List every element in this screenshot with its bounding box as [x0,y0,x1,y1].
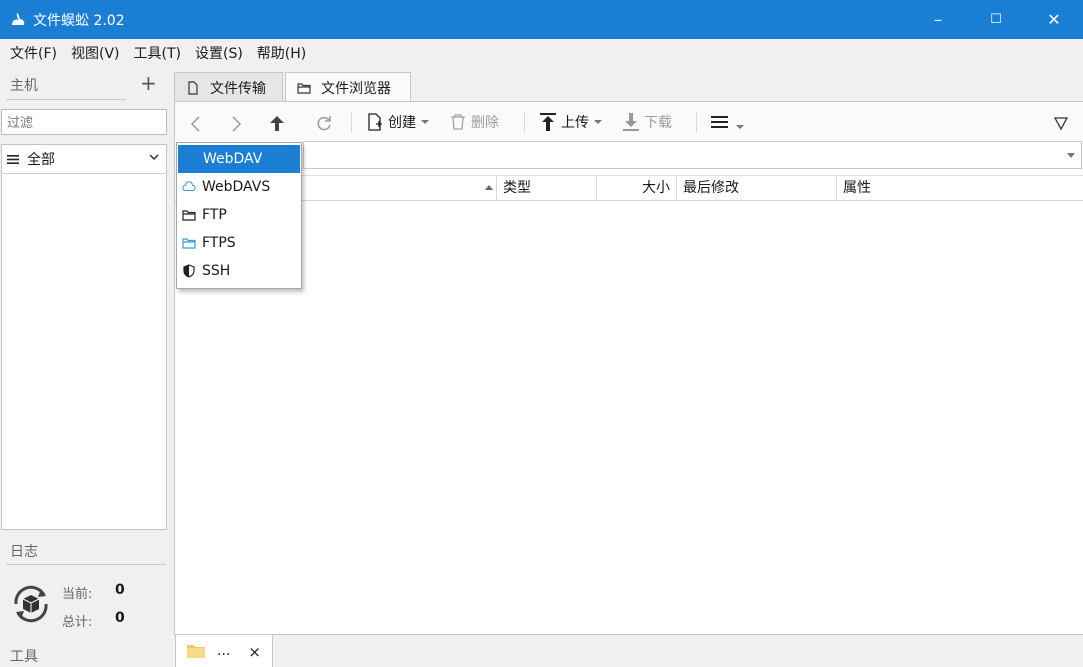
download-icon [623,113,639,131]
divider [6,99,126,100]
protocol-label: SSH [202,263,231,279]
total-label: 总计: [62,615,93,630]
app-logo-icon [12,12,25,25]
tools-header: 工具 [10,649,38,665]
upload-icon [540,113,556,131]
column-header: 类型 大小 最后修改 属性 [175,175,1083,201]
toolbar: 创建 删除 上传 下载 [175,102,1083,140]
dropdown-arrow-icon [594,120,602,124]
protocol-option-ftp[interactable]: FTP [177,201,301,229]
shield-icon [183,264,195,278]
menu-bar: 文件(F) 视图(V) 工具(T) 设置(S) 帮助(H) [0,39,1083,69]
total-value: 0 [115,610,125,626]
column-type[interactable]: 类型 [496,176,596,201]
toolbar-separator [696,112,697,132]
protocol-label: WebDAV [203,151,263,167]
protocol-option-webdavs[interactable]: WebDAVS [177,173,301,201]
group-select-value: 全部 [27,152,55,168]
new-file-icon [368,113,382,131]
divider [6,564,166,565]
download-button[interactable]: 下载 [622,111,672,133]
delete-button[interactable]: 删除 [450,111,499,133]
address-bar[interactable] [303,141,1082,169]
window-title: 文件蜈蚣 2.02 [33,12,125,29]
forward-icon[interactable] [229,113,243,135]
maximize-icon: ☐ [990,12,1002,27]
protocol-label: FTP [202,207,227,223]
dropdown-arrow-icon [421,120,429,124]
protocol-option-ftps[interactable]: FTPS [177,229,301,257]
back-icon[interactable] [189,113,203,135]
menu-settings[interactable]: 设置(S) [188,39,250,69]
group-select[interactable]: 全部 [2,145,166,174]
protocol-label: FTPS [202,235,236,251]
close-tab-icon[interactable]: × [248,643,261,661]
column-attributes[interactable]: 属性 [836,176,1083,201]
delete-label: 删除 [471,115,499,131]
column-size[interactable]: 大小 [596,176,676,201]
host-list[interactable]: 全部 [1,144,167,530]
tab-file-transfer[interactable]: 文件传输 [174,72,283,102]
filter-icon[interactable] [1054,113,1068,135]
tab-label: 文件传输 [210,80,266,97]
menu-view[interactable]: 视图(V) [64,39,127,69]
protocol-option-ssh[interactable]: SSH [177,257,301,285]
toolbar-separator [351,112,352,132]
add-host-button[interactable]: + [140,73,157,93]
address-dropdown-icon[interactable] [1067,153,1075,158]
session-tab-label: ... [217,643,231,659]
close-window-button[interactable]: ✕ [1025,0,1083,39]
menu-file[interactable]: 文件(F) [3,39,64,69]
menu-tools[interactable]: 工具(T) [127,39,188,69]
minimize-button[interactable]: – [909,0,967,39]
download-label: 下载 [644,115,672,131]
current-value: 0 [115,582,125,598]
sort-ascending-icon [485,185,493,190]
protocol-option-webdav[interactable]: WebDAV [178,145,300,173]
transfer-box-icon [14,585,48,623]
cloud-icon [182,181,196,192]
folder-icon [182,238,196,249]
protocol-dropdown: WebDAV WebDAVS FTP FTPS SSH [176,142,302,289]
document-icon [188,80,198,95]
folder-icon [187,645,205,658]
view-menu-button[interactable] [711,111,745,133]
up-arrow-icon[interactable] [269,113,285,135]
maximize-button[interactable]: ☐ [967,0,1025,39]
create-button[interactable]: 创建 [367,111,430,133]
upload-label: 上传 [561,115,589,131]
upload-button[interactable]: 上传 [539,111,603,133]
trash-icon [451,114,465,130]
create-label: 创建 [388,115,416,131]
column-modified[interactable]: 最后修改 [676,176,836,201]
folder-icon [182,210,196,221]
minimize-icon: – [934,10,942,29]
filter-input[interactable] [1,109,167,135]
session-tab[interactable]: ... × [175,635,273,667]
list-icon [7,154,19,164]
toolbar-separator [524,112,525,132]
tab-file-browser[interactable]: 文件浏览器 [285,72,411,102]
tab-label: 文件浏览器 [321,80,391,97]
protocol-label: WebDAVS [202,179,271,195]
log-header: 日志 [10,544,38,560]
session-tab-strip: ... × [174,634,1083,667]
title-bar: 文件蜈蚣 2.02 – ☐ ✕ [0,0,1083,39]
cloud-icon [183,153,197,164]
folder-icon [297,82,311,94]
hamburger-icon [711,116,728,128]
current-label: 当前: [62,587,93,602]
file-browser-pane: 创建 删除 上传 下载 类型 大小 最后修改 属性 [174,101,1083,634]
menu-help[interactable]: 帮助(H) [250,39,313,69]
dropdown-arrow-icon [736,125,744,129]
close-icon: ✕ [1047,10,1061,29]
refresh-icon[interactable] [315,112,333,134]
chevron-down-icon [149,154,159,161]
host-header: 主机 [10,78,38,94]
left-panel: 主机 + 全部 日志 当前: 0 总计: 0 工具 [0,69,172,667]
